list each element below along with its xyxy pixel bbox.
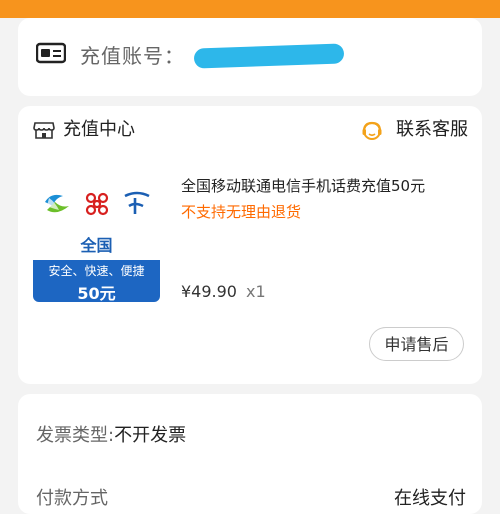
account-number-redaction bbox=[193, 43, 345, 69]
invoice-type-label: 发票类型: bbox=[36, 425, 115, 446]
invoice-type-value: 不开发票 bbox=[114, 425, 187, 446]
id-card-icon bbox=[36, 42, 66, 64]
payment-method-value: 在线支付 bbox=[394, 488, 466, 509]
product-amount-badge: 50元 bbox=[77, 284, 116, 302]
product-price: ¥49.90 bbox=[181, 282, 237, 301]
store-icon bbox=[33, 122, 55, 139]
recharge-account-card: 充值账号： bbox=[18, 18, 482, 96]
recharge-center-title: 充值中心 bbox=[63, 119, 135, 140]
customer-service-icon[interactable] bbox=[362, 121, 382, 141]
apply-after-sale-button[interactable]: 申请售后 bbox=[369, 327, 464, 361]
top-status-bar bbox=[0, 0, 500, 18]
carrier-logos-icon bbox=[45, 191, 150, 216]
contact-service-link[interactable]: 联系客服 bbox=[396, 116, 468, 144]
invoice-row[interactable]: 发票类型:不开发票 bbox=[36, 424, 186, 448]
order-card: 充值中心 联系客服 全国 安全、快速、便捷 50元 全国移动联通电信手机话费充值… bbox=[18, 106, 482, 384]
product-image[interactable]: 全国 安全、快速、便捷 50元 bbox=[33, 176, 160, 302]
product-region-label: 全国 bbox=[80, 236, 113, 255]
no-return-note: 不支持无理由退货 bbox=[181, 203, 302, 221]
recharge-account-label: 充值账号： bbox=[80, 44, 185, 68]
payment-method-label: 付款方式 bbox=[36, 488, 108, 509]
product-slogan: 安全、快速、便捷 bbox=[48, 264, 145, 278]
order-info-card: 发票类型:不开发票 付款方式 在线支付 bbox=[18, 394, 482, 514]
product-quantity: x1 bbox=[246, 282, 266, 301]
product-image-banner: 安全、快速、便捷 50元 bbox=[33, 260, 160, 302]
product-title[interactable]: 全国移动联通电信手机话费充值50元 bbox=[181, 176, 425, 196]
